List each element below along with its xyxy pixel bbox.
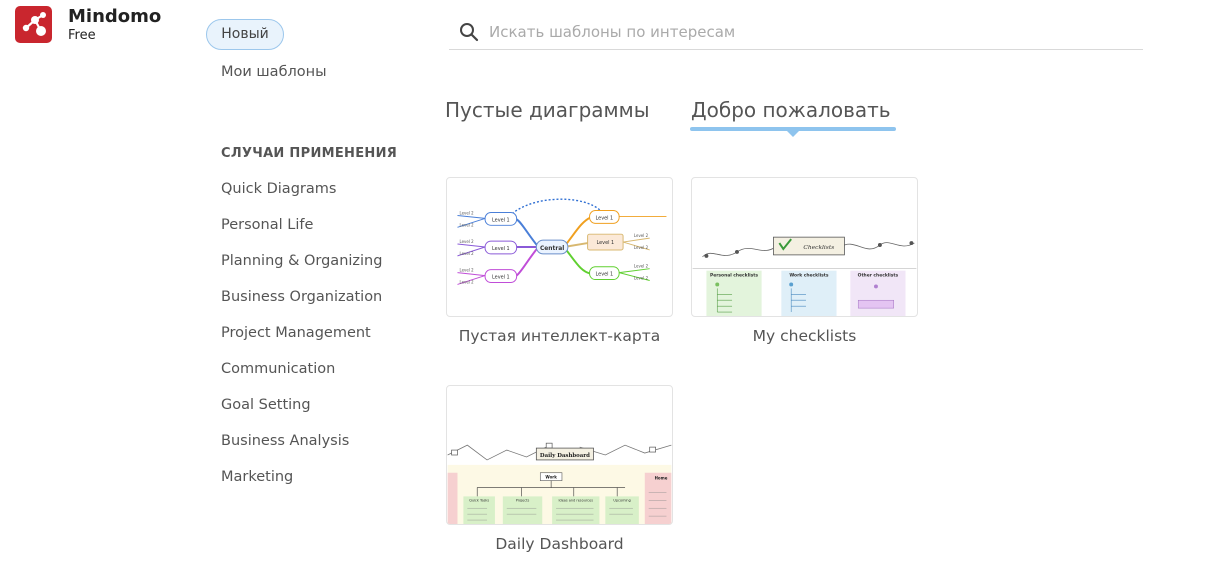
tab-blank-diagrams[interactable]: Пустые диаграммы xyxy=(445,96,649,124)
template-card-title: Daily Dashboard xyxy=(495,535,624,553)
dashboard-column-title: Projects xyxy=(516,498,530,502)
sidebar-item-business-analysis[interactable]: Business Analysis xyxy=(221,431,349,451)
dashboard-title: Daily Dashboard xyxy=(540,453,590,459)
dashboard-column-title: Upcoming xyxy=(613,498,630,502)
level-1-label: Level 1 xyxy=(492,217,510,223)
level-1-label: Level 1 xyxy=(596,215,614,221)
level-1-label: Level 1 xyxy=(597,240,615,246)
template-card-title: Пустая интеллект-карта xyxy=(458,327,661,345)
level-2-label: Level 2 xyxy=(459,279,474,284)
level-1-label: Level 1 xyxy=(492,275,510,281)
search-icon xyxy=(460,23,479,42)
new-button[interactable]: Новый xyxy=(206,19,284,50)
level-1-label: Level 1 xyxy=(596,272,614,278)
sidebar-item-communication[interactable]: Communication xyxy=(221,359,335,379)
dashboard-column-title: Ideas and resources xyxy=(558,498,593,502)
template-thumbnail: Daily Dashboard Work Home Quick Tasks Pr… xyxy=(446,385,673,525)
brand-name: Mindomo xyxy=(68,6,162,27)
mindomo-logo[interactable] xyxy=(15,6,52,43)
sidebar-item-project-management[interactable]: Project Management xyxy=(221,323,371,343)
my-templates-link[interactable]: Мои шаблоны xyxy=(221,62,327,82)
use-cases-heading: СЛУЧАИ ПРИМЕНЕНИЯ xyxy=(221,146,398,161)
sidebar-item-business-organization[interactable]: Business Organization xyxy=(221,287,382,307)
template-thumbnail: Central Level 1 Level 1 Level 1 Level 1 … xyxy=(446,177,673,317)
template-card-title: My checklists xyxy=(752,327,857,345)
level-2-label: Level 2 xyxy=(459,239,474,244)
sidebar-item-planning-organizing[interactable]: Planning & Organizing xyxy=(221,251,382,271)
dashboard-column-title: Quick Tasks xyxy=(469,498,489,502)
level-2-label: Level 2 xyxy=(459,268,474,273)
template-card-daily-dashboard[interactable]: Daily Dashboard Work Home Quick Tasks Pr… xyxy=(446,385,673,554)
checklist-column-title: Work checklists xyxy=(789,273,829,279)
sidebar-item-goal-setting[interactable]: Goal Setting xyxy=(221,395,311,415)
dashboard-work-label: Work xyxy=(545,475,557,480)
template-card-blank-mind-map[interactable]: Central Level 1 Level 1 Level 1 Level 1 … xyxy=(446,177,673,346)
template-thumbnail: Checklists Personal checklists Work chec… xyxy=(691,177,918,317)
checklist-column-title: Other checklists xyxy=(858,273,899,279)
level-2-label: Level 2 xyxy=(459,251,474,256)
level-2-label: Level 2 xyxy=(459,210,474,215)
central-topic-label: Central xyxy=(540,246,564,252)
level-2-label: Level 2 xyxy=(634,264,649,269)
level-2-label: Level 2 xyxy=(634,276,649,281)
tab-welcome[interactable]: Добро пожаловать xyxy=(691,96,891,124)
level-1-label: Level 1 xyxy=(492,246,510,252)
level-2-label: Level 2 xyxy=(459,222,474,227)
search-input[interactable] xyxy=(489,20,1129,44)
level-2-label: Level 2 xyxy=(634,245,649,250)
mindomo-logo-icon xyxy=(22,12,46,36)
sidebar-item-quick-diagrams[interactable]: Quick Diagrams xyxy=(221,179,336,199)
sidebar-item-marketing[interactable]: Marketing xyxy=(221,467,293,487)
active-tab-caret xyxy=(787,131,799,137)
checklist-column-title: Personal checklists xyxy=(710,273,758,279)
dashboard-home-label: Home xyxy=(655,476,668,481)
template-card-my-checklists[interactable]: Checklists Personal checklists Work chec… xyxy=(691,177,918,346)
plan-label: Free xyxy=(68,28,96,43)
level-2-label: Level 2 xyxy=(634,233,649,238)
search-bar xyxy=(449,16,1143,50)
sidebar-item-personal-life[interactable]: Personal Life xyxy=(221,215,313,235)
checklists-title: Checklists xyxy=(803,245,834,251)
